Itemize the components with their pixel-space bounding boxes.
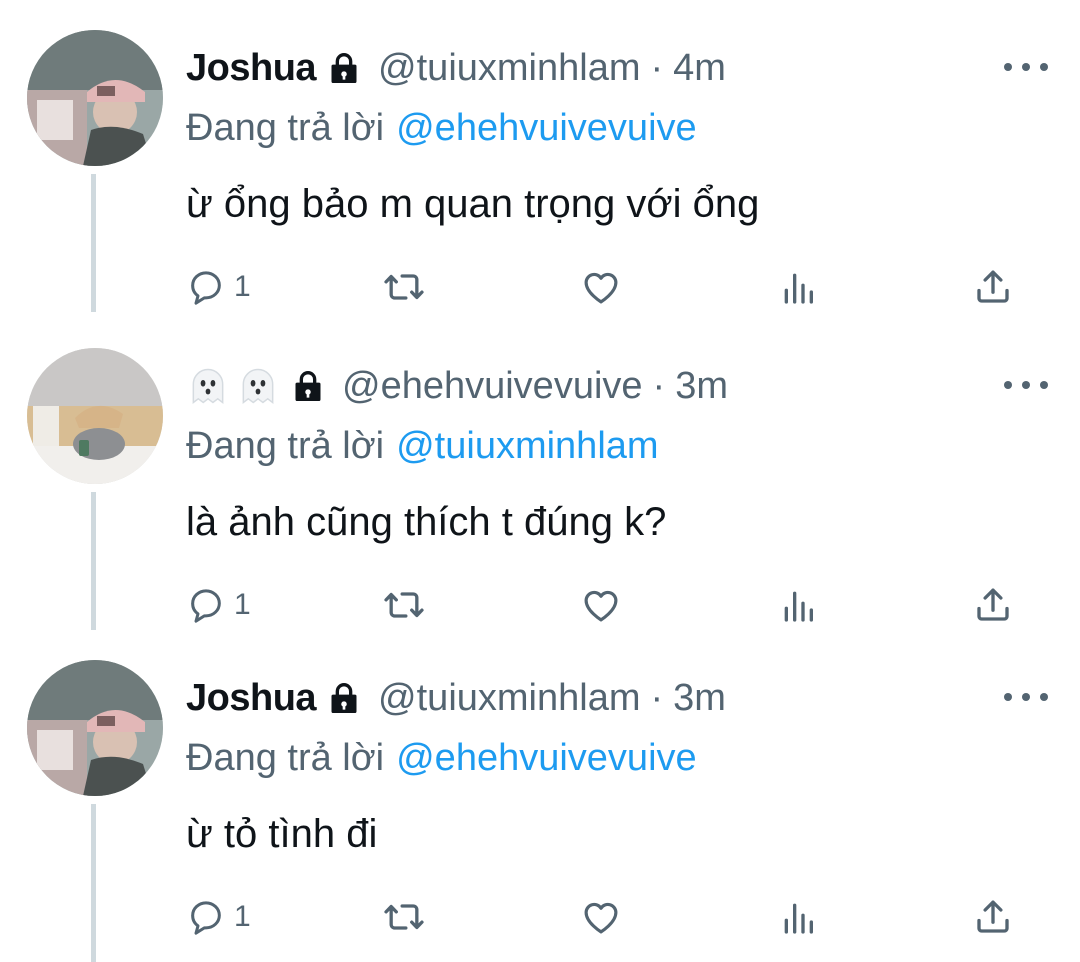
replying-to: Đang trả lời @ehehvuivevuive xyxy=(186,104,697,152)
retweet-icon xyxy=(384,592,424,618)
replying-to-mention[interactable]: @ehehvuivevuive xyxy=(396,107,697,150)
separator-dot: · xyxy=(650,46,664,89)
reply-count: 1 xyxy=(234,900,251,933)
tweet-header: Joshua @tuiuxminhlam · 3m xyxy=(186,674,726,722)
ghost-emoji-icon xyxy=(242,368,274,404)
retweet-icon xyxy=(384,274,424,300)
display-name[interactable]: Joshua xyxy=(186,47,317,90)
more-options-icon[interactable] xyxy=(1004,370,1048,400)
reply-button[interactable]: 1 xyxy=(186,580,251,630)
like-icon xyxy=(584,902,618,934)
like-button[interactable] xyxy=(580,892,622,942)
replying-label: Đang trả lời xyxy=(186,424,385,467)
user-handle[interactable]: @ehehvuivevuive xyxy=(342,365,643,408)
tweet-actions: 1 xyxy=(0,580,1080,630)
reply-count: 1 xyxy=(234,588,251,621)
timestamp[interactable]: 3m xyxy=(673,677,726,720)
views-button[interactable] xyxy=(778,892,818,942)
replying-to: Đang trả lời @tuiuxminhlam xyxy=(186,422,659,470)
share-button[interactable] xyxy=(972,892,1014,942)
more-options-icon[interactable] xyxy=(1004,682,1048,712)
reply-icon xyxy=(191,589,221,623)
user-handle[interactable]: @tuiuxminhlam xyxy=(378,47,640,90)
tweet-header: @ehehvuivevuive · 3m xyxy=(186,362,728,410)
tweet-text: ừ tỏ tình đi xyxy=(186,811,378,856)
avatar[interactable] xyxy=(27,30,163,166)
tweet-text: là ảnh cũng thích t đúng k? xyxy=(186,499,667,544)
views-button[interactable] xyxy=(778,580,818,630)
separator-dot: · xyxy=(650,676,664,719)
reply-icon xyxy=(191,271,221,305)
reply-icon xyxy=(191,901,221,935)
replying-label: Đang trả lời xyxy=(186,736,385,779)
replying-to-mention[interactable]: @ehehvuivevuive xyxy=(396,737,697,780)
views-icon xyxy=(784,273,813,304)
avatar-photo xyxy=(27,348,163,484)
timestamp[interactable]: 3m xyxy=(675,365,728,408)
tweet[interactable]: @ehehvuivevuive · 3m Đang trả lời @tuiux… xyxy=(0,318,1080,630)
retweet-icon xyxy=(384,904,424,930)
lock-icon xyxy=(331,53,357,83)
reply-button[interactable]: 1 xyxy=(186,892,251,942)
avatar[interactable] xyxy=(27,660,163,796)
tweet-header: Joshua @tuiuxminhlam · 4m xyxy=(186,44,726,92)
reply-button[interactable]: 1 xyxy=(186,262,251,312)
views-button[interactable] xyxy=(778,262,818,312)
lock-icon xyxy=(295,371,321,401)
separator-dot: · xyxy=(652,364,666,407)
like-button[interactable] xyxy=(580,580,622,630)
tweet[interactable]: Joshua @tuiuxminhlam · 3m Đang trả lời @… xyxy=(0,630,1080,962)
retweet-button[interactable] xyxy=(382,580,426,630)
avatar-photo xyxy=(27,30,163,166)
views-icon xyxy=(784,903,813,934)
retweet-button[interactable] xyxy=(382,262,426,312)
replying-label: Đang trả lời xyxy=(186,106,385,149)
avatar-photo xyxy=(27,660,163,796)
share-icon xyxy=(977,900,1009,933)
display-name[interactable] xyxy=(186,364,280,408)
like-icon xyxy=(584,272,618,304)
more-options-icon[interactable] xyxy=(1004,52,1048,82)
replying-to-mention[interactable]: @tuiuxminhlam xyxy=(396,425,658,468)
avatar[interactable] xyxy=(27,348,163,484)
share-button[interactable] xyxy=(972,262,1014,312)
share-icon xyxy=(977,588,1009,621)
share-icon xyxy=(977,270,1009,303)
tweet-actions: 1 xyxy=(0,262,1080,312)
like-button[interactable] xyxy=(580,262,622,312)
tweet[interactable]: Joshua @tuiuxminhlam · 4m Đang trả lời @… xyxy=(0,0,1080,312)
ghost-emoji-icon xyxy=(192,368,224,404)
timestamp[interactable]: 4m xyxy=(673,47,726,90)
reply-count: 1 xyxy=(234,270,251,303)
like-icon xyxy=(584,590,618,622)
lock-icon xyxy=(331,683,357,713)
tweet-text: ừ ổng bảo m quan trọng với ổng xyxy=(186,181,760,226)
replying-to: Đang trả lời @ehehvuivevuive xyxy=(186,734,697,782)
reply-thread: Joshua @tuiuxminhlam · 4m Đang trả lời @… xyxy=(0,0,1080,962)
share-button[interactable] xyxy=(972,580,1014,630)
tweet-actions: 1 xyxy=(0,892,1080,942)
retweet-button[interactable] xyxy=(382,892,426,942)
display-name[interactable]: Joshua xyxy=(186,677,317,720)
views-icon xyxy=(784,591,813,622)
user-handle[interactable]: @tuiuxminhlam xyxy=(378,677,640,720)
